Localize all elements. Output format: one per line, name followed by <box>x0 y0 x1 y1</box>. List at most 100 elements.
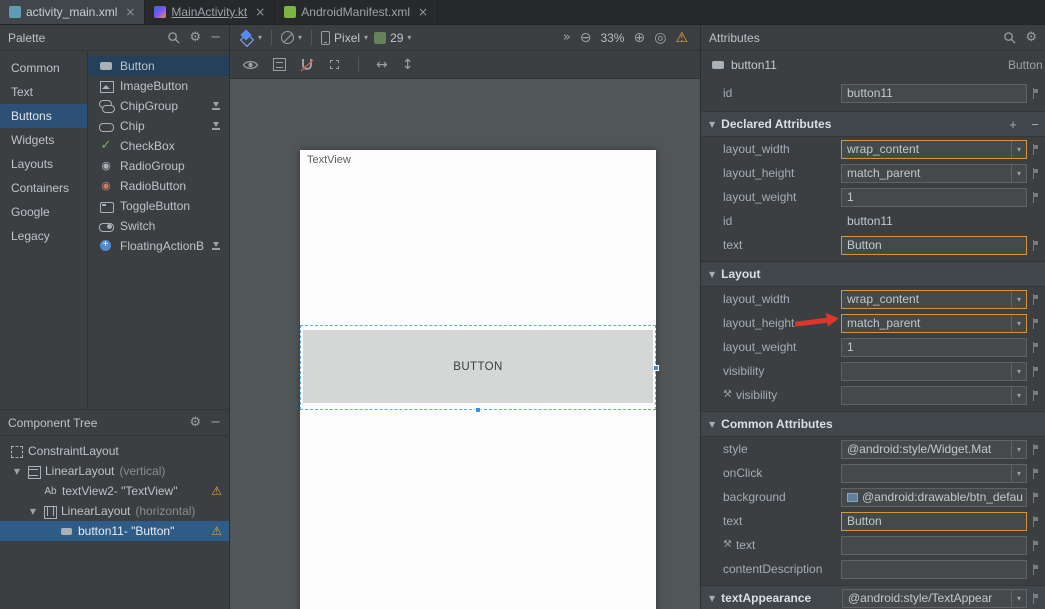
canvas-textview[interactable]: TextView <box>307 154 351 166</box>
tree-item-linearlayout-horizontal[interactable]: LinearLayout (horizontal) <box>0 501 229 521</box>
tree-item-linearlayout-vertical[interactable]: LinearLayout (vertical) <box>0 461 229 481</box>
warnings-button[interactable] <box>675 31 688 45</box>
tree-item-button11[interactable]: button11- "Button" <box>0 521 229 541</box>
flag-icon[interactable] <box>1030 444 1039 455</box>
tab-androidmanifest-xml[interactable]: AndroidManifest.xml <box>275 0 438 24</box>
blueprint-frame-icon[interactable] <box>273 58 286 71</box>
chevron-down-icon[interactable] <box>1011 165 1026 182</box>
gear-icon[interactable] <box>189 416 201 429</box>
remove-attribute-button[interactable] <box>1028 118 1042 131</box>
chevron-down-icon[interactable] <box>1011 465 1026 482</box>
onclick-dropdown[interactable] <box>841 464 1027 483</box>
gear-icon[interactable] <box>189 31 201 44</box>
palette-category-google[interactable]: Google <box>0 200 87 224</box>
warning-icon[interactable] <box>211 525 222 537</box>
tab-activity-main-xml[interactable]: activity_main.xml <box>0 0 145 24</box>
section-layout[interactable]: Layout <box>701 261 1045 287</box>
tree-item-textview2[interactable]: textView2- "TextView" <box>0 481 229 501</box>
selection-outline[interactable]: BUTTON <box>300 325 656 410</box>
gear-icon[interactable] <box>1025 31 1037 44</box>
flag-icon[interactable] <box>1030 516 1039 527</box>
flag-icon[interactable] <box>1030 294 1039 305</box>
chevron-down-icon[interactable] <box>1011 291 1026 308</box>
add-attribute-button[interactable] <box>1006 118 1020 131</box>
collapse-triangle-icon[interactable] <box>709 420 715 429</box>
flag-icon[interactable] <box>1030 468 1039 479</box>
download-icon[interactable] <box>211 101 221 112</box>
layout-width-dropdown[interactable]: wrap_content <box>841 140 1027 159</box>
chevron-down-icon[interactable] <box>1011 387 1026 404</box>
palette-item-checkbox[interactable]: CheckBox <box>88 136 229 156</box>
download-icon[interactable] <box>211 121 221 132</box>
overflow-chevron[interactable]: » <box>563 30 571 45</box>
palette-category-legacy[interactable]: Legacy <box>0 224 87 248</box>
api-selector[interactable]: 29 <box>374 31 411 45</box>
section-textappearance[interactable]: textAppearance @android:style/TextAppear <box>701 585 1045 609</box>
flag-icon[interactable] <box>1030 144 1039 155</box>
view-options-icon[interactable] <box>242 59 259 71</box>
tree-item-constraintlayout[interactable]: ConstraintLayout <box>0 441 229 461</box>
palette-item-imagebutton[interactable]: ImageButton <box>88 76 229 96</box>
close-icon[interactable] <box>255 6 265 18</box>
design-surface-selector[interactable] <box>238 30 262 45</box>
palette-item-button[interactable]: Button <box>88 56 229 76</box>
layout-weight-input[interactable]: 1 <box>841 188 1027 207</box>
text-input[interactable]: Button <box>841 512 1027 531</box>
flag-icon[interactable] <box>1030 390 1039 401</box>
tools-text-input[interactable] <box>841 536 1027 555</box>
chevron-down-icon[interactable] <box>1011 141 1026 158</box>
flag-icon[interactable] <box>1030 168 1039 179</box>
palette-category-layouts[interactable]: Layouts <box>0 152 87 176</box>
visibility-dropdown[interactable] <box>841 362 1027 381</box>
section-declared-attributes[interactable]: Declared Attributes <box>701 111 1045 137</box>
palette-item-chipgroup[interactable]: ChipGroup <box>88 96 229 116</box>
collapse-triangle-icon[interactable] <box>28 507 38 516</box>
download-icon[interactable] <box>211 241 221 252</box>
resize-handle-right[interactable] <box>653 365 659 371</box>
device-selector[interactable]: Pixel <box>321 31 368 45</box>
layout-height-dropdown[interactable]: match_parent <box>841 164 1027 183</box>
orientation-selector[interactable] <box>281 31 302 44</box>
content-description-input[interactable] <box>841 560 1027 579</box>
zoom-in-button[interactable] <box>633 31 645 45</box>
search-icon[interactable] <box>1003 31 1016 44</box>
clear-constraints-icon[interactable] <box>376 58 388 72</box>
palette-item-radiobutton[interactable]: RadioButton <box>88 176 229 196</box>
flag-icon[interactable] <box>1030 192 1039 203</box>
palette-item-radiogroup[interactable]: RadioGroup <box>88 156 229 176</box>
text-input[interactable]: Button <box>841 236 1027 255</box>
palette-item-switch[interactable]: Switch <box>88 216 229 236</box>
flag-icon[interactable] <box>1030 88 1039 99</box>
tools-visibility-dropdown[interactable] <box>841 386 1027 405</box>
resize-handle-bottom[interactable] <box>475 407 481 413</box>
attribute-value[interactable]: button11 <box>841 214 1027 228</box>
collapse-triangle-icon[interactable] <box>12 467 22 476</box>
flag-icon[interactable] <box>1030 240 1039 251</box>
layout-width-dropdown[interactable]: wrap_content <box>841 290 1027 309</box>
palette-category-common[interactable]: Common <box>0 56 87 80</box>
design-surface[interactable]: TextView BUTTON <box>230 79 700 609</box>
infer-constraints-icon[interactable] <box>402 58 414 72</box>
selected-component-row[interactable]: button11 Button <box>701 51 1045 79</box>
palette-category-widgets[interactable]: Widgets <box>0 128 87 152</box>
palette-item-chip[interactable]: Chip <box>88 116 229 136</box>
textappearance-dropdown[interactable]: @android:style/TextAppear <box>842 589 1027 608</box>
collapse-triangle-icon[interactable] <box>709 120 715 129</box>
flag-icon[interactable] <box>1030 366 1039 377</box>
chevron-down-icon[interactable] <box>1011 590 1026 607</box>
search-icon[interactable] <box>167 31 180 44</box>
tab-mainactivity-kt[interactable]: MainActivity.kt <box>145 0 275 24</box>
warning-icon[interactable] <box>211 485 222 497</box>
close-icon[interactable] <box>418 6 428 18</box>
minimize-icon[interactable] <box>210 416 221 429</box>
minimize-icon[interactable] <box>210 31 221 44</box>
chevron-down-icon[interactable] <box>1011 315 1026 332</box>
flag-icon[interactable] <box>1030 593 1039 604</box>
flag-icon[interactable] <box>1030 540 1039 551</box>
id-input[interactable]: button11 <box>841 84 1027 103</box>
default-margins-icon[interactable] <box>328 58 341 71</box>
collapse-triangle-icon[interactable] <box>709 594 715 603</box>
collapse-triangle-icon[interactable] <box>709 270 715 279</box>
device-canvas[interactable]: TextView BUTTON <box>300 150 656 609</box>
palette-item-fab[interactable]: FloatingActionB... <box>88 236 229 256</box>
